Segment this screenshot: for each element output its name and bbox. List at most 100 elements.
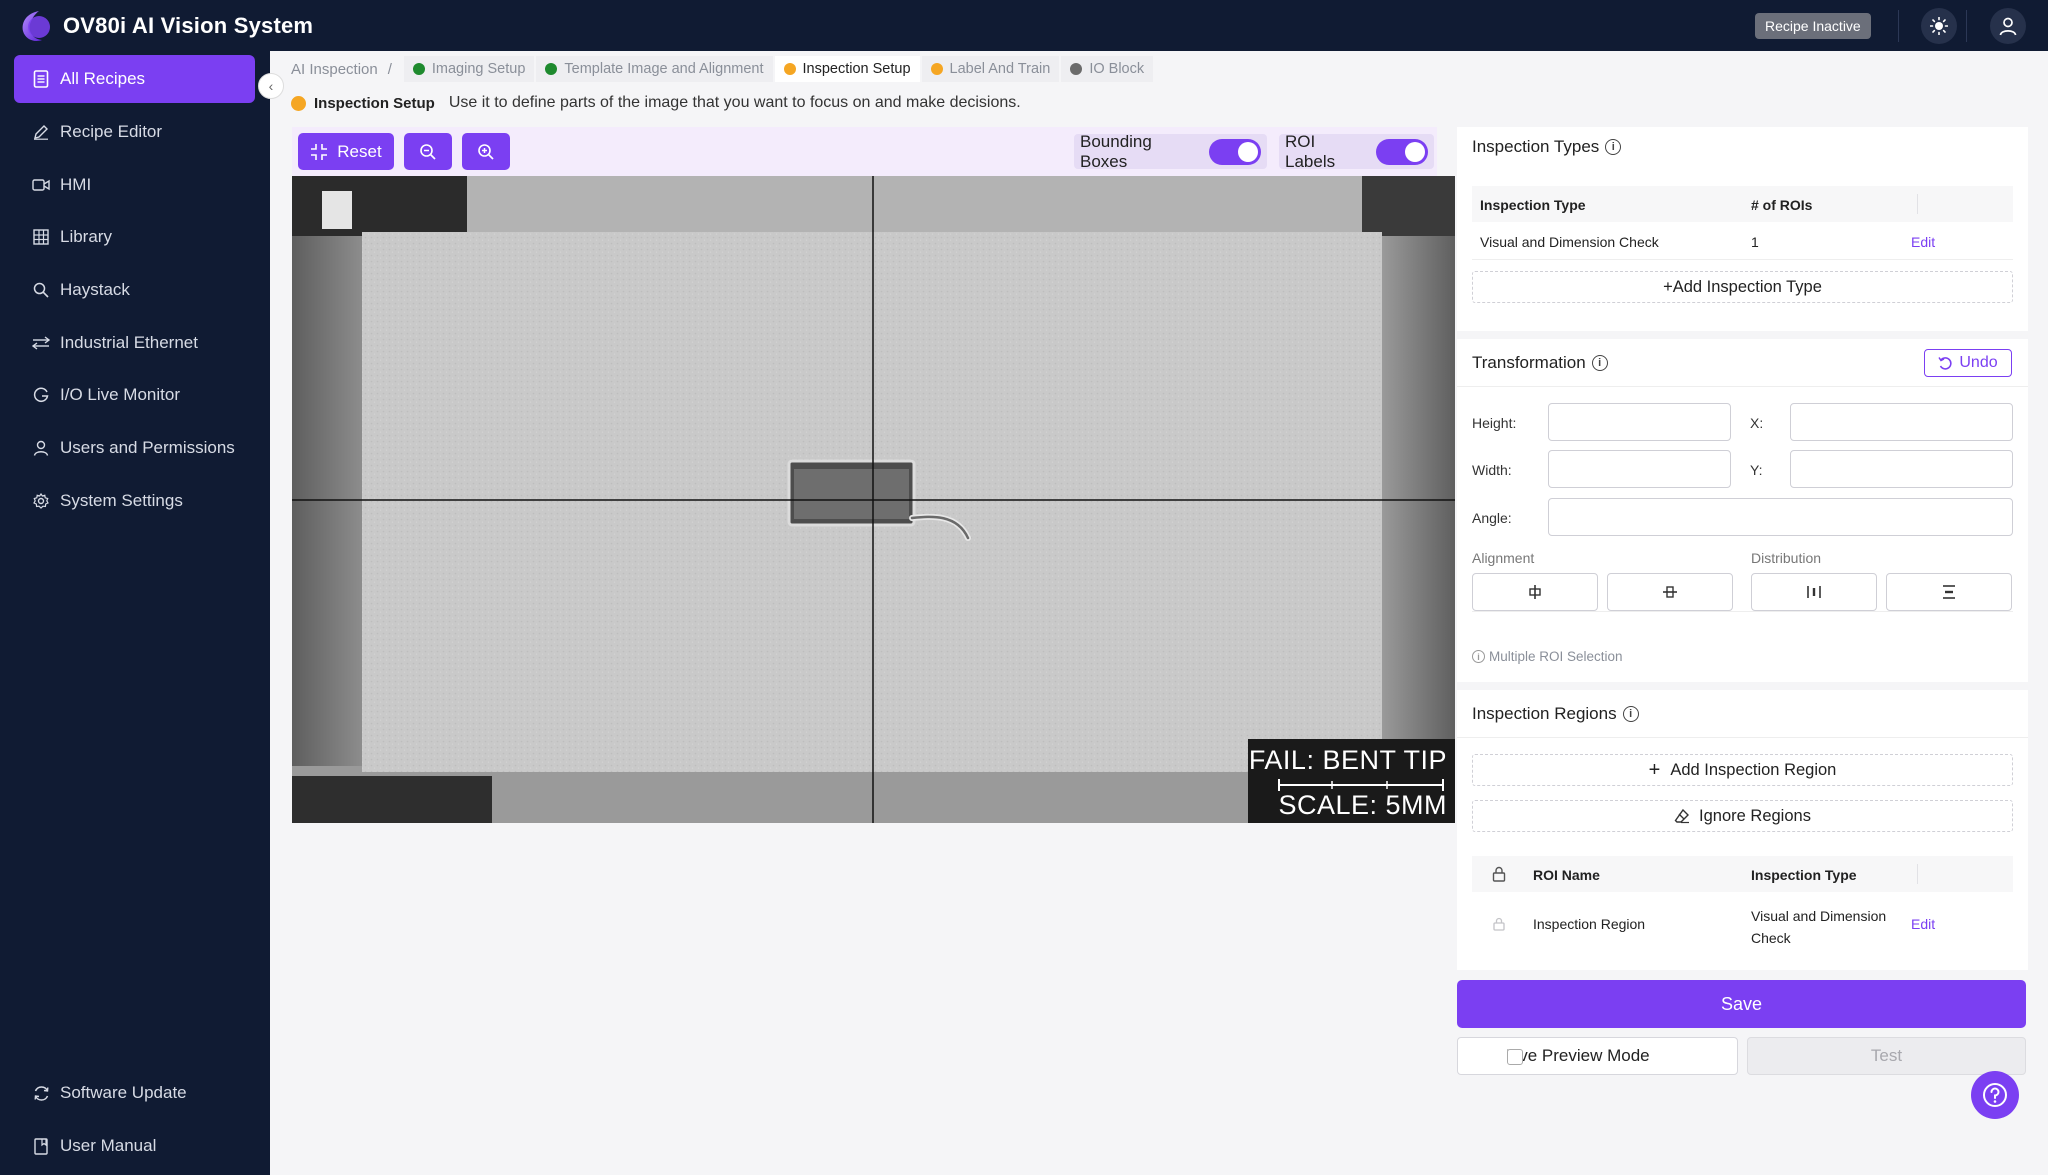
align-vertical-center-button[interactable] bbox=[1607, 573, 1733, 611]
edit-roi-link[interactable]: Edit bbox=[1911, 916, 1935, 932]
sidebar-item-user-manual[interactable]: User Manual bbox=[14, 1122, 255, 1170]
document-icon bbox=[32, 70, 50, 88]
angle-input[interactable] bbox=[1548, 498, 2013, 536]
column-header: Inspection Type bbox=[1751, 867, 1857, 883]
reset-button[interactable]: Reset bbox=[298, 133, 394, 170]
inspection-types-title: Inspection Types i bbox=[1472, 137, 1622, 157]
top-divider bbox=[1966, 10, 1967, 42]
step-tab-label: Label And Train bbox=[949, 61, 1051, 77]
transformation-title-text: Transformation bbox=[1472, 353, 1586, 372]
sidebar-item-io-live-monitor[interactable]: I/O Live Monitor bbox=[14, 371, 255, 419]
camera-image bbox=[292, 176, 1455, 823]
column-header: Inspection Type bbox=[1480, 197, 1586, 213]
sidebar-collapse-button[interactable]: ‹ bbox=[258, 73, 284, 99]
network-icon bbox=[32, 334, 50, 352]
sidebar-item-label: Haystack bbox=[60, 280, 130, 299]
theme-toggle-button[interactable] bbox=[1921, 8, 1957, 44]
align-vertical-center-icon bbox=[1663, 586, 1677, 598]
sun-icon bbox=[1930, 17, 1948, 35]
y-label: Y: bbox=[1750, 462, 1763, 478]
inspection-image-view[interactable]: FAIL: BENT TIP SCALE: 5MM bbox=[292, 176, 1455, 823]
inspection-type-cell: Visual and Dimension Check bbox=[1480, 234, 1659, 250]
video-icon bbox=[32, 176, 50, 194]
info-icon[interactable]: i bbox=[1605, 139, 1622, 155]
column-divider bbox=[1917, 194, 1918, 214]
step-tab-imaging-setup[interactable]: Imaging Setup bbox=[403, 56, 535, 82]
eraser-icon bbox=[1674, 808, 1690, 824]
inspection-types-card: Inspection Types i Inspection Type # of R… bbox=[1457, 127, 2028, 331]
sidebar-item-label: System Settings bbox=[60, 491, 183, 510]
collapse-icon bbox=[311, 143, 328, 160]
zoom-out-button[interactable] bbox=[404, 133, 452, 170]
inspection-regions-title: Inspection Regions i bbox=[1472, 704, 1639, 724]
breadcrumb-root[interactable]: AI Inspection bbox=[291, 61, 378, 78]
distribution-label: Distribution bbox=[1751, 550, 1822, 566]
height-input[interactable] bbox=[1548, 403, 1731, 441]
inspection-types-title-text: Inspection Types bbox=[1472, 137, 1600, 156]
y-input[interactable] bbox=[1790, 450, 2013, 488]
image-toolbar: Reset Bounding Boxes ROI Labels bbox=[292, 127, 1437, 176]
recipe-status-badge: Recipe Inactive bbox=[1755, 13, 1871, 39]
sidebar-item-users-and-permissions[interactable]: Users and Permissions bbox=[14, 424, 255, 472]
x-label: X: bbox=[1750, 415, 1764, 431]
step-tab-io-block[interactable]: IO Block bbox=[1061, 56, 1154, 82]
user-profile-button[interactable] bbox=[1990, 8, 2026, 44]
step-tab-template-image-and-alignment[interactable]: Template Image and Alignment bbox=[536, 56, 773, 82]
status-dot-icon bbox=[930, 63, 943, 75]
test-button[interactable]: Test bbox=[1747, 1037, 2026, 1075]
live-preview-mode-toggle[interactable]: Live Preview Mode bbox=[1457, 1037, 1738, 1075]
x-input[interactable] bbox=[1790, 403, 2013, 441]
help-button[interactable] bbox=[1971, 1071, 2019, 1119]
sidebar-item-hmi[interactable]: HMI bbox=[14, 161, 255, 209]
zoom-in-button[interactable] bbox=[462, 133, 510, 170]
edit-inspection-type-link[interactable]: Edit bbox=[1911, 234, 1935, 250]
roi-count-cell: 1 bbox=[1751, 234, 1759, 250]
info-icon[interactable]: i bbox=[1591, 355, 1608, 371]
result-label: FAIL: BENT TIP bbox=[1248, 745, 1447, 775]
book-icon bbox=[32, 1137, 50, 1155]
add-inspection-type-button[interactable]: +Add Inspection Type bbox=[1472, 271, 2013, 303]
user-avatar-icon bbox=[1999, 17, 2017, 36]
step-tab-label: Template Image and Alignment bbox=[564, 61, 764, 77]
live-preview-checkbox[interactable] bbox=[1507, 1049, 1523, 1065]
roi-type-line: Check bbox=[1751, 930, 1791, 946]
sidebar-item-haystack[interactable]: Haystack bbox=[14, 266, 255, 314]
roi-labels-toggle[interactable]: ROI Labels bbox=[1279, 132, 1434, 171]
sidebar-item-all-recipes[interactable]: All Recipes bbox=[14, 55, 255, 103]
status-dot-icon bbox=[412, 63, 425, 75]
bounding-boxes-toggle[interactable]: Bounding Boxes bbox=[1074, 132, 1267, 171]
width-input[interactable] bbox=[1548, 450, 1731, 488]
step-tab-label-and-train[interactable]: Label And Train bbox=[921, 56, 1060, 82]
breadcrumb-separator: / bbox=[387, 60, 392, 78]
sidebar-item-software-update[interactable]: Software Update bbox=[14, 1069, 255, 1117]
breadcrumb: AI Inspection / Imaging Setup Template I… bbox=[291, 56, 1155, 82]
bounding-boxes-switch[interactable] bbox=[1209, 138, 1261, 165]
alignment-label: Alignment bbox=[1472, 550, 1535, 566]
sidebar-item-recipe-editor[interactable]: Recipe Editor bbox=[14, 108, 255, 156]
undo-button[interactable]: Undo bbox=[1924, 349, 2012, 377]
add-inspection-region-button[interactable]: + Add Inspection Region bbox=[1472, 754, 2013, 786]
distribute-horizontal-button[interactable] bbox=[1751, 573, 1877, 611]
step-tab-inspection-setup[interactable]: Inspection Setup bbox=[774, 56, 920, 82]
lock-icon[interactable] bbox=[1492, 866, 1506, 882]
divider bbox=[1472, 611, 2013, 612]
sidebar-item-industrial-ethernet[interactable]: Industrial Ethernet bbox=[14, 319, 255, 367]
distribute-vertical-button[interactable] bbox=[1886, 573, 2012, 611]
sidebar-item-system-settings[interactable]: System Settings bbox=[14, 477, 255, 525]
roi-labels-switch[interactable] bbox=[1376, 138, 1428, 165]
monitor-icon bbox=[32, 386, 50, 404]
sidebar-item-label: Library bbox=[60, 227, 112, 246]
row-divider bbox=[1472, 259, 2013, 260]
save-button[interactable]: Save bbox=[1457, 980, 2026, 1028]
status-dot-icon bbox=[783, 63, 796, 75]
align-horizontal-center-button[interactable] bbox=[1472, 573, 1598, 611]
lock-icon[interactable] bbox=[1493, 917, 1505, 931]
sidebar-item-library[interactable]: Library bbox=[14, 213, 255, 261]
column-header: ROI Name bbox=[1533, 867, 1600, 883]
multi-roi-hint: i Multiple ROI Selection bbox=[1472, 649, 1623, 664]
ignore-regions-button[interactable]: Ignore Regions bbox=[1472, 800, 2013, 832]
section-name: Inspection Setup bbox=[314, 94, 435, 112]
undo-label: Undo bbox=[1959, 354, 1998, 371]
chevron-left-icon: ‹ bbox=[268, 78, 274, 94]
info-icon[interactable]: i bbox=[1622, 706, 1639, 722]
